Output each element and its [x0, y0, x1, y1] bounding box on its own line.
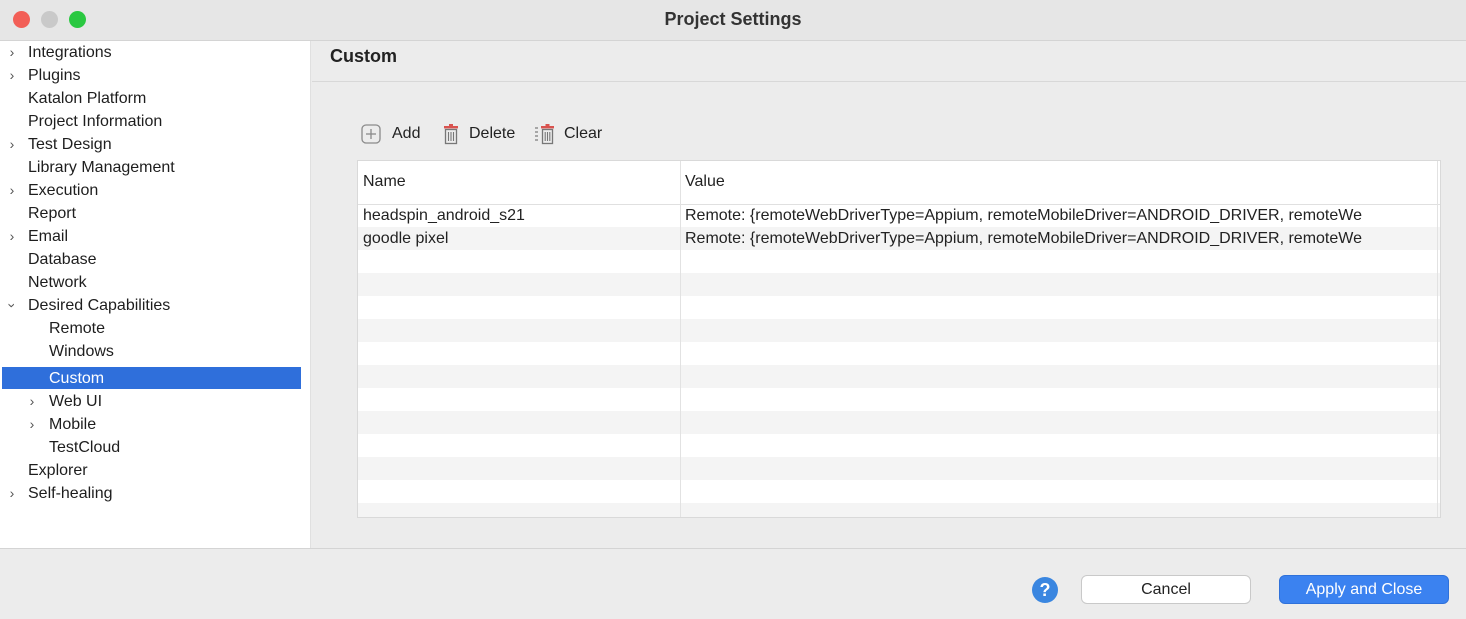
tree-item-label: Database	[28, 251, 97, 268]
tree-item-label: Email	[28, 228, 69, 245]
table-row	[358, 365, 1440, 388]
column-divider[interactable]	[680, 161, 681, 517]
tree-item-label: Report	[28, 205, 77, 222]
column-header-value[interactable]: Value	[685, 173, 725, 191]
tree-item-desired-capabilities[interactable]: › Desired Capabilities	[0, 294, 300, 317]
name-cell: headspin_android_s21	[363, 207, 525, 224]
table-row	[358, 319, 1440, 342]
tree-item-label: Web UI	[49, 393, 103, 410]
table-row	[358, 411, 1440, 434]
tree-item-custom[interactable]: Custom	[2, 367, 301, 389]
column-divider[interactable]	[1437, 161, 1438, 517]
tree-item-self-healing[interactable]: › Self-healing	[0, 482, 300, 505]
chevron-right-icon[interactable]: ›	[5, 482, 19, 505]
tree-item-database[interactable]: Database	[0, 248, 300, 271]
table-row	[358, 273, 1440, 296]
clear-all-icon	[535, 124, 554, 145]
tree-item-integrations[interactable]: › Integrations	[0, 41, 300, 64]
value-cell: Remote: {remoteWebDriverType=Appium, rem…	[685, 230, 1362, 247]
chevron-right-icon[interactable]: ›	[5, 64, 19, 87]
window-title: Project Settings	[664, 9, 802, 29]
help-icon[interactable]: ?	[1032, 577, 1058, 603]
tree-item-report[interactable]: Report	[0, 202, 300, 225]
panel-title: Custom	[330, 46, 397, 66]
table-row	[358, 388, 1440, 411]
tree-item-label: Library Management	[28, 159, 175, 176]
tree-item-label: Mobile	[49, 416, 97, 433]
tree-item-label: Explorer	[28, 462, 88, 479]
tree-item-label: Self-healing	[28, 485, 113, 502]
table-row	[358, 457, 1440, 480]
tree-item-label: Custom	[49, 370, 105, 387]
table-row[interactable]: headspin_android_s21 Remote: {remoteWebD…	[358, 204, 1440, 227]
tree-item-explorer[interactable]: Explorer	[0, 459, 300, 482]
title-bar: Project Settings	[0, 0, 1466, 41]
tree-item-label: Remote	[49, 320, 106, 337]
table-row	[358, 342, 1440, 365]
chevron-right-icon[interactable]: ›	[5, 133, 19, 156]
tree-item-label: TestCloud	[49, 439, 121, 456]
delete-label: Delete	[469, 125, 516, 142]
tree-item-email[interactable]: › Email	[0, 225, 300, 248]
chevron-right-icon[interactable]: ›	[5, 179, 19, 202]
tree-item-label: Project Information	[28, 113, 163, 130]
clear-button[interactable]: Clear	[534, 122, 610, 146]
add-icon	[361, 124, 381, 144]
value-cell: Remote: {remoteWebDriverType=Appium, rem…	[685, 207, 1362, 224]
chevron-down-icon[interactable]: ›	[1, 299, 24, 313]
tree-item-remote[interactable]: Remote	[0, 317, 300, 340]
chevron-right-icon[interactable]: ›	[25, 413, 39, 436]
table-row	[358, 250, 1440, 273]
table-row	[358, 503, 1440, 517]
tree-item-katalon-platform[interactable]: Katalon Platform	[0, 87, 300, 110]
tree-item-plugins[interactable]: › Plugins	[0, 64, 300, 87]
tree-item-execution[interactable]: › Execution	[0, 179, 300, 202]
table-row	[358, 434, 1440, 457]
tree-item-label: Desired Capabilities	[28, 297, 171, 314]
table-header: Name Value	[358, 161, 1440, 205]
settings-tree: › Integrations › Plugins Katalon Platfor…	[0, 41, 311, 548]
chevron-right-icon[interactable]: ›	[5, 41, 19, 64]
tree-item-testcloud[interactable]: TestCloud	[0, 436, 300, 459]
tree-item-mobile[interactable]: › Mobile	[0, 413, 300, 436]
chevron-right-icon[interactable]: ›	[25, 390, 39, 413]
column-header-name[interactable]: Name	[363, 173, 406, 191]
tree-item-label: Integrations	[28, 44, 112, 61]
tree-item-label: Network	[28, 274, 87, 291]
chevron-right-icon[interactable]: ›	[5, 225, 19, 248]
tree-item-network[interactable]: Network	[0, 271, 300, 294]
tree-item-label: Windows	[49, 343, 114, 360]
tree-item-label: Execution	[28, 182, 99, 199]
tree-item-web-ui[interactable]: › Web UI	[0, 390, 300, 413]
tree-item-label: Plugins	[28, 67, 81, 84]
tree-item-label: Test Design	[28, 136, 112, 153]
add-label: Add	[392, 125, 421, 142]
delete-button[interactable]: Delete	[440, 122, 522, 146]
table-row	[358, 296, 1440, 319]
apply-and-close-button[interactable]: Apply and Close	[1279, 575, 1449, 604]
table-row	[358, 480, 1440, 503]
cancel-button[interactable]: Cancel	[1081, 575, 1251, 604]
trash-icon	[444, 124, 458, 145]
divider	[312, 81, 1466, 82]
tree-item-windows[interactable]: Windows	[0, 340, 300, 363]
tree-item-library-management[interactable]: Library Management	[0, 156, 300, 179]
tree-item-project-information[interactable]: Project Information	[0, 110, 300, 133]
tree-item-label: Katalon Platform	[28, 90, 147, 107]
name-cell: goodle pixel	[363, 230, 449, 247]
clear-label: Clear	[564, 125, 603, 142]
tree-item-test-design[interactable]: › Test Design	[0, 133, 300, 156]
capabilities-table: Name Value headspin_android_s21 Remote: …	[357, 160, 1441, 518]
add-button[interactable]: Add	[360, 122, 426, 146]
table-row[interactable]: goodle pixel Remote: {remoteWebDriverTyp…	[358, 227, 1440, 250]
